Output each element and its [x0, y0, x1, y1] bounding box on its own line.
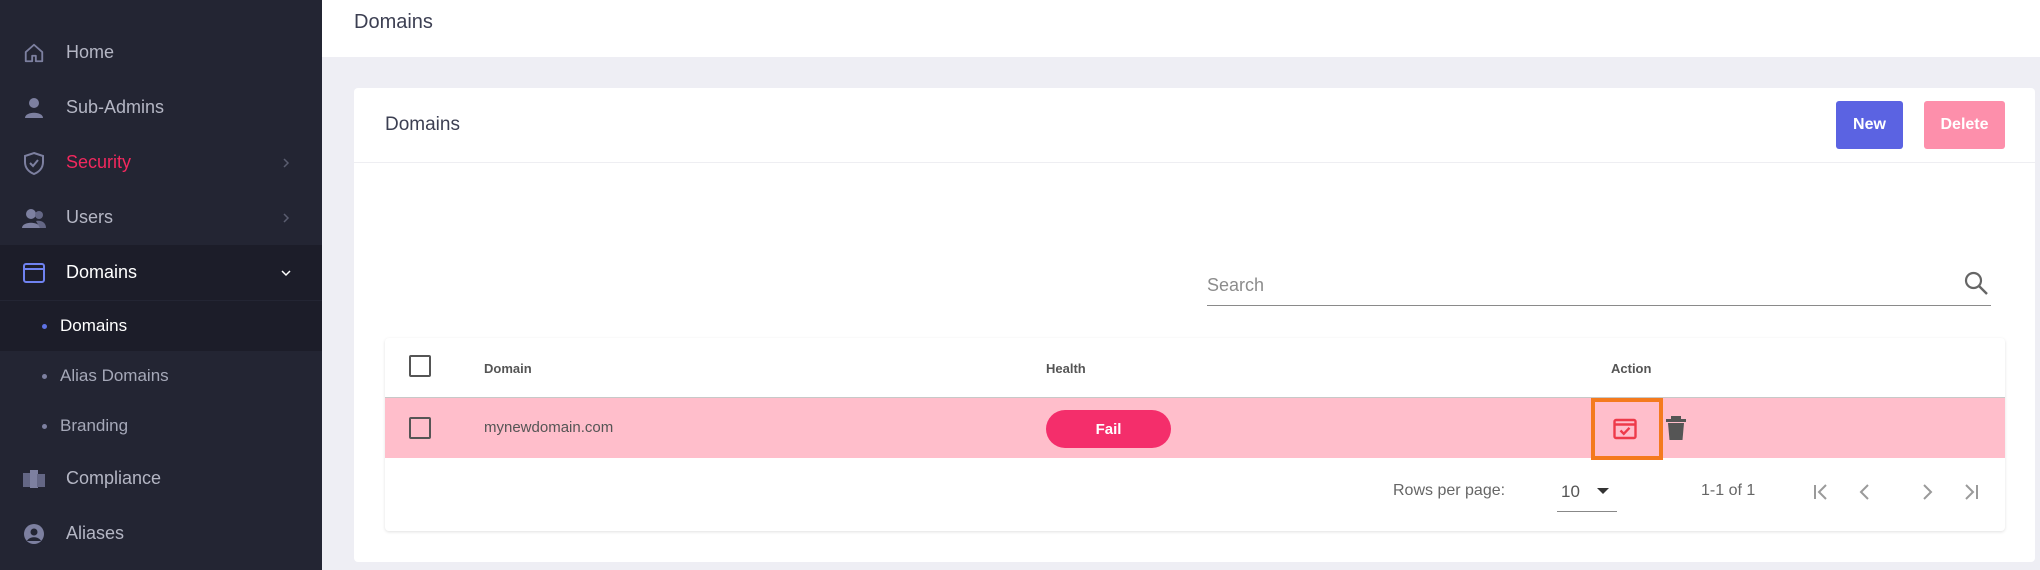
previous-page-icon[interactable] — [1853, 480, 1877, 504]
sidebar-item-domains[interactable]: Domains — [0, 245, 322, 300]
person-icon — [22, 96, 46, 120]
caret-down-icon — [1597, 488, 1609, 494]
rows-per-page-value: 10 — [1561, 482, 1580, 501]
home-icon — [22, 41, 46, 65]
sidebar: Home Sub-Admins Security Users Domains D… — [0, 0, 322, 570]
bullet-icon — [42, 323, 47, 329]
bullet-icon — [42, 373, 47, 379]
calendar-check-icon[interactable] — [1613, 418, 1637, 440]
chevron-down-icon — [281, 269, 291, 276]
sidebar-item-label: Security — [66, 152, 132, 172]
bullet-icon — [42, 423, 47, 429]
sidebar-item-users[interactable]: Users — [0, 190, 322, 245]
rows-per-page-label: Rows per page: — [1393, 482, 1506, 499]
pagination: Rows per page: 10 1-1 of 1 — [385, 458, 2005, 531]
delete-button[interactable]: Delete — [1924, 101, 2005, 149]
first-page-icon[interactable] — [1809, 480, 1833, 504]
sidebar-item-label: Sub-Admins — [66, 97, 165, 117]
browser-window-icon — [22, 261, 46, 285]
domains-table: Domain Health Action mynewdomain.com Fai… — [385, 338, 2005, 531]
rows-per-page-select[interactable]: 10 — [1557, 472, 1617, 512]
page-title: Domains — [354, 11, 433, 33]
top-bar: Domains — [322, 0, 2040, 57]
aliases-icon — [22, 522, 46, 546]
sidebar-subitem-label: Domains — [60, 316, 128, 335]
users-icon — [22, 206, 46, 230]
domain-cell: mynewdomain.com — [484, 419, 614, 436]
sidebar-item-label: Compliance — [66, 468, 162, 488]
last-page-icon[interactable] — [1959, 480, 1983, 504]
sidebar-item-compliance[interactable]: Compliance — [0, 451, 322, 506]
domains-card: Domains New Delete Domain Health Action … — [354, 88, 2035, 562]
card-header: Domains New Delete — [354, 88, 2035, 163]
select-all-checkbox[interactable] — [409, 355, 431, 377]
column-header-domain[interactable]: Domain — [484, 361, 532, 376]
health-status-badge: Fail — [1046, 410, 1171, 448]
search-input[interactable] — [1207, 270, 1947, 300]
shield-icon — [22, 151, 46, 175]
sidebar-item-security[interactable]: Security — [0, 135, 322, 190]
pagination-range: 1-1 of 1 — [1701, 482, 1756, 499]
sidebar-item-label: Domains — [66, 262, 138, 282]
column-header-action: Action — [1611, 361, 1652, 376]
sidebar-subitem-label: Alias Domains — [60, 366, 169, 385]
row-checkbox[interactable] — [409, 417, 431, 439]
compliance-icon — [22, 467, 46, 491]
sidebar-subitem-branding[interactable]: Branding — [0, 401, 322, 451]
search-field — [1207, 266, 1991, 306]
sidebar-item-label: Aliases — [66, 523, 125, 543]
sidebar-item-sub-admins[interactable]: Sub-Admins — [0, 80, 322, 135]
sidebar-item-aliases[interactable]: Aliases — [0, 506, 322, 561]
sidebar-item-label: Users — [66, 207, 114, 227]
sidebar-item-home[interactable]: Home — [0, 25, 322, 80]
new-button[interactable]: New — [1836, 101, 1903, 149]
sidebar-item-label: Home — [66, 42, 115, 62]
chevron-right-icon — [283, 212, 290, 223]
sidebar-subitem-domains[interactable]: Domains — [0, 301, 322, 351]
next-page-icon[interactable] — [1915, 480, 1939, 504]
table-header: Domain Health Action — [385, 338, 2005, 398]
column-header-health[interactable]: Health — [1046, 361, 1086, 376]
chevron-right-icon — [283, 157, 290, 168]
table-row[interactable]: mynewdomain.com Fail — [385, 398, 2005, 460]
trash-icon[interactable] — [1665, 415, 1687, 441]
sidebar-subitem-label: Branding — [60, 416, 129, 435]
card-title: Domains — [385, 114, 460, 135]
search-icon[interactable] — [1963, 270, 1989, 296]
sidebar-subitem-alias-domains[interactable]: Alias Domains — [0, 351, 322, 401]
